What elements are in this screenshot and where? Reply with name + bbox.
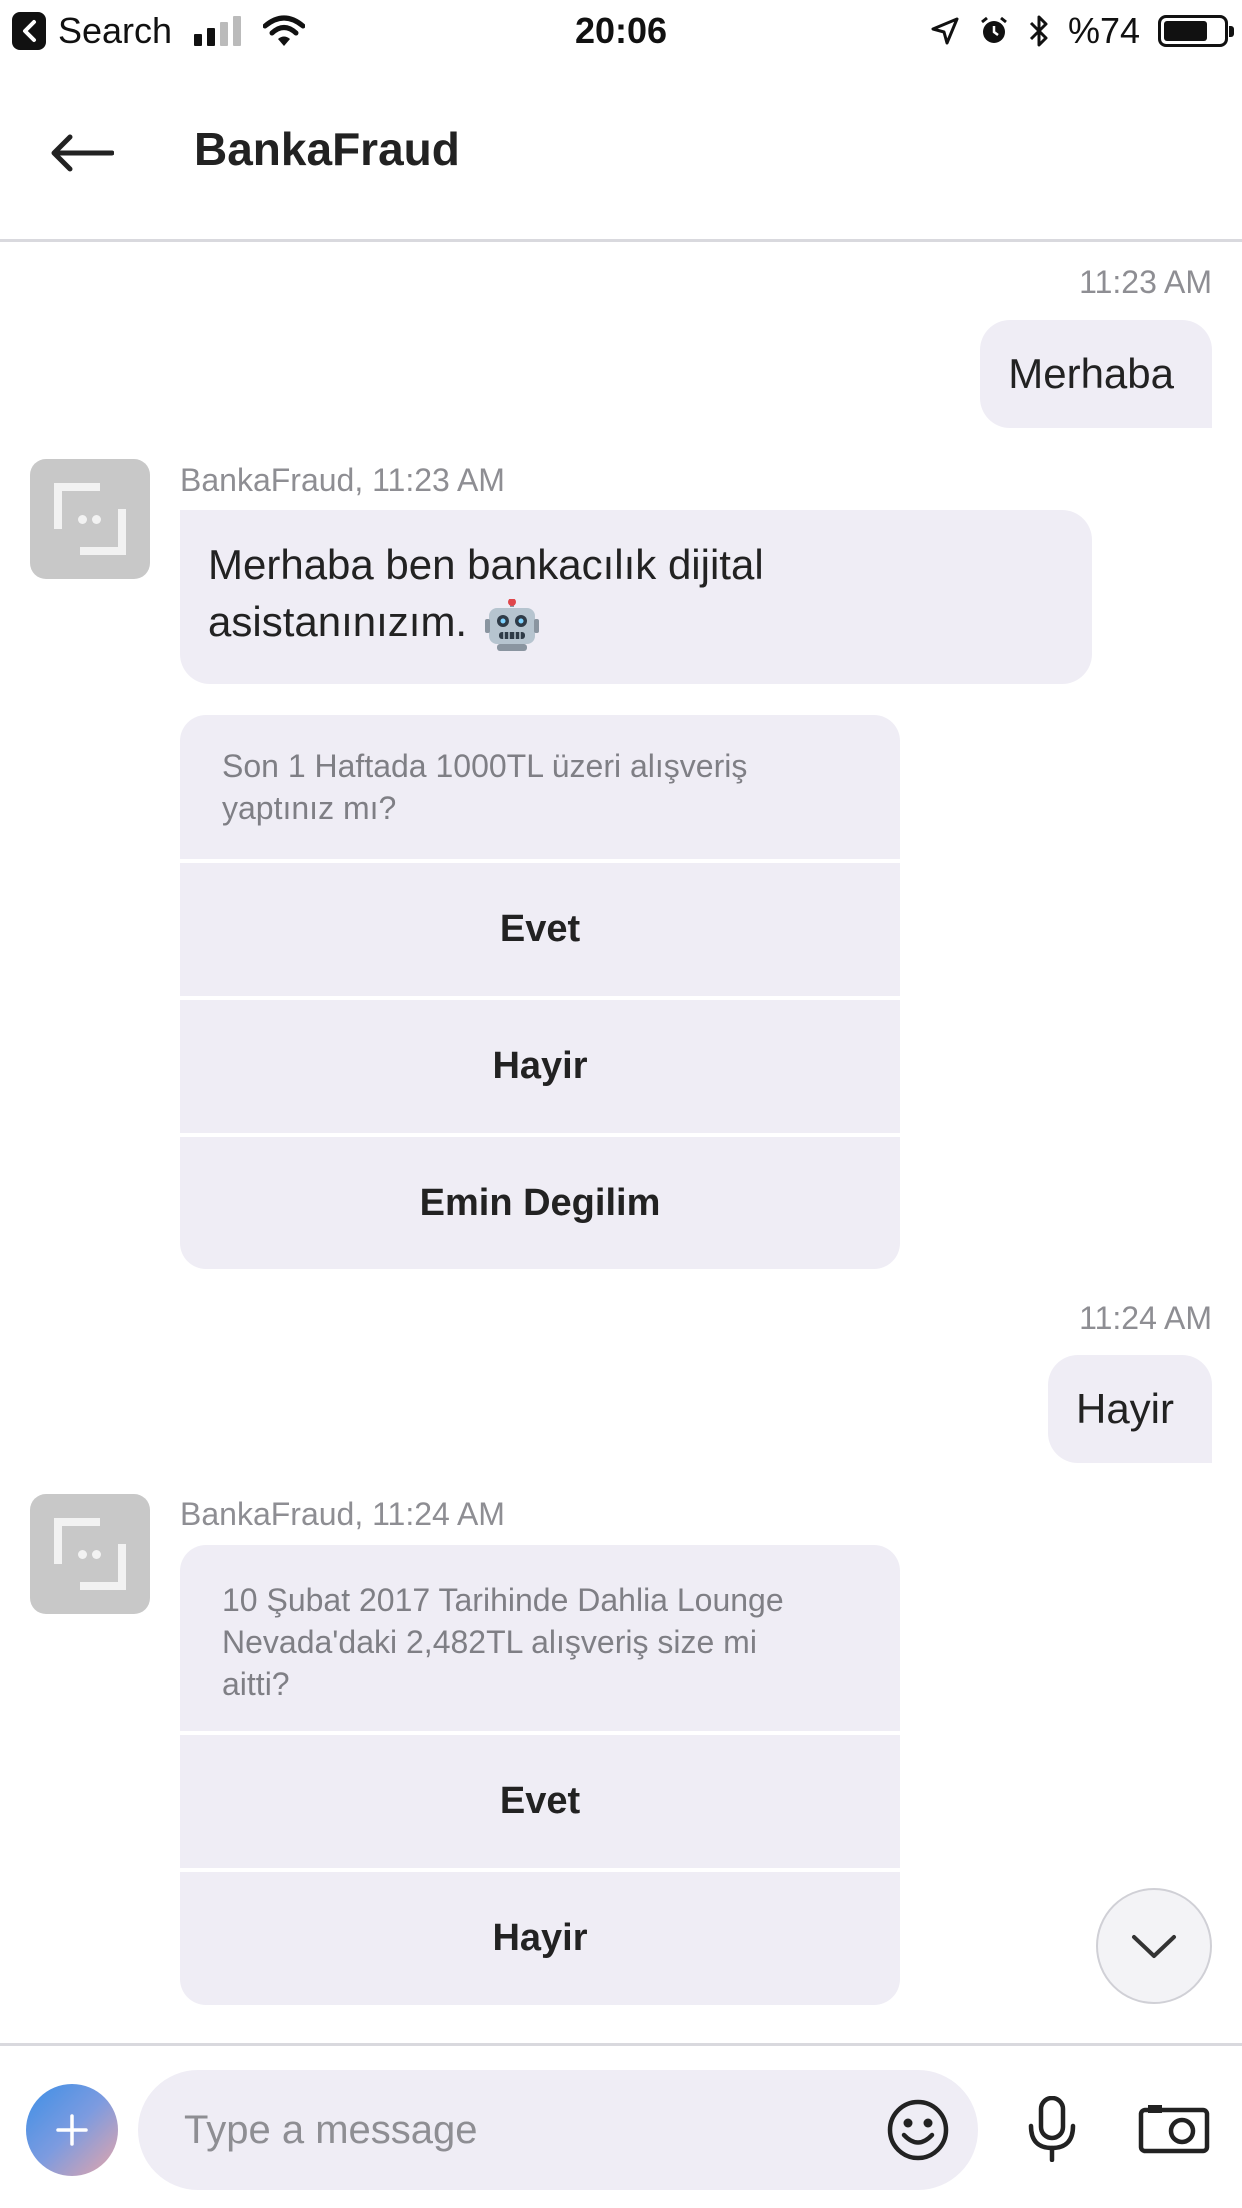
back-arrow-icon[interactable] bbox=[50, 128, 120, 178]
message-composer bbox=[0, 2043, 1242, 2208]
battery-icon bbox=[1158, 15, 1234, 47]
emoji-icon[interactable] bbox=[886, 2098, 950, 2162]
card-question-line-3: aitti? bbox=[222, 1666, 290, 1702]
sender-name-time: BankaFraud, 11:24 AM bbox=[180, 1496, 505, 1532]
card-question-line-1: Son 1 Haftada 1000TL üzeri alışveriş bbox=[222, 748, 748, 784]
status-bar-right: %74 bbox=[930, 10, 1234, 52]
plus-icon bbox=[56, 2114, 88, 2146]
battery-percent: %74 bbox=[1067, 10, 1140, 51]
incoming-message-bubble: Merhaba ben bankacılık dijital asistanın… bbox=[180, 510, 1092, 684]
bluetooth-icon bbox=[1029, 15, 1048, 47]
status-bar: Search 20:06 %74 bbox=[0, 0, 1242, 62]
location-arrow-icon bbox=[931, 17, 959, 45]
chevron-down-icon bbox=[1132, 1935, 1176, 1958]
outgoing-message-text: Hayir bbox=[1075, 1385, 1174, 1432]
incoming-message-line-2: asistanınızım. bbox=[208, 598, 468, 645]
outgoing-message-bubble: Hayir bbox=[1047, 1355, 1212, 1463]
incoming-message-line-1: Merhaba ben bankacılık dijital bbox=[208, 541, 764, 588]
card-question-line-1: 10 Şubat 2017 Tarihinde Dahlia Lounge bbox=[222, 1582, 784, 1618]
option-evet-button[interactable]: Evet bbox=[180, 1731, 900, 1868]
card-question-line-2: yaptınız mı? bbox=[222, 790, 397, 826]
attach-plus-button[interactable] bbox=[26, 2084, 118, 2176]
option-emin-degilim-button[interactable]: Emin Degilim bbox=[180, 1133, 900, 1269]
alarm-clock-icon bbox=[981, 16, 1007, 43]
card-question: 10 Şubat 2017 Tarihinde Dahlia Lounge Ne… bbox=[180, 1545, 900, 1731]
bot-avatar bbox=[30, 1494, 150, 1614]
quick-reply-card: Son 1 Haftada 1000TL üzeri alışveriş yap… bbox=[180, 715, 900, 1269]
outgoing-message-bubble: Merhaba bbox=[980, 320, 1212, 428]
message-input[interactable] bbox=[184, 2070, 864, 2190]
option-evet-button[interactable]: Evet bbox=[180, 859, 900, 996]
outgoing-message-text: Merhaba bbox=[1008, 350, 1174, 397]
card-question: Son 1 Haftada 1000TL üzeri alışveriş yap… bbox=[180, 715, 900, 859]
option-hayir-button[interactable]: Hayir bbox=[180, 996, 900, 1133]
message-timestamp: 11:23 AM bbox=[1079, 264, 1212, 300]
option-hayir-button[interactable]: Hayir bbox=[180, 1868, 900, 2005]
bot-avatar bbox=[30, 459, 150, 579]
card-question-line-2: Nevada'daki 2,482TL alışveriş size mi bbox=[222, 1624, 757, 1660]
message-input-container[interactable] bbox=[138, 2070, 978, 2190]
camera-icon[interactable] bbox=[1138, 2104, 1210, 2154]
sender-name-time: BankaFraud, 11:23 AM bbox=[180, 462, 505, 498]
chat-header: BankaFraud bbox=[0, 62, 1242, 242]
message-timestamp: 11:24 AM bbox=[1079, 1300, 1212, 1336]
microphone-icon[interactable] bbox=[1026, 2096, 1078, 2162]
chat-title: BankaFraud bbox=[194, 123, 460, 175]
quick-reply-card: 10 Şubat 2017 Tarihinde Dahlia Lounge Ne… bbox=[180, 1545, 900, 2005]
scroll-to-bottom-button[interactable] bbox=[1096, 1888, 1212, 2004]
robot-face-emoji-icon bbox=[484, 598, 539, 651]
